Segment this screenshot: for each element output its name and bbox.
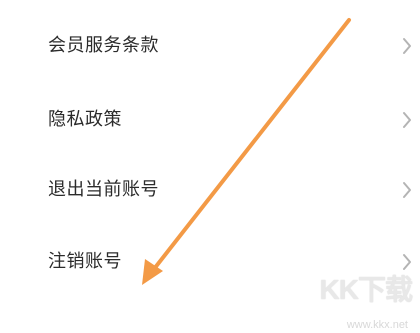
chevron-right-icon [403,38,411,54]
settings-item-membership-terms[interactable]: 会员服务条款 [0,20,420,72]
watermark: KK下载 www.kkx.net [292,274,413,332]
settings-item-label: 会员服务条款 [48,35,159,56]
chevron-right-icon [403,254,411,270]
chevron-right-icon [403,182,411,198]
settings-item-logout[interactable]: 退出当前账号 [0,164,420,216]
chevron-right-icon [403,112,411,128]
settings-item-label: 注销账号 [48,251,122,272]
settings-item-privacy-policy[interactable]: 隐私政策 [0,94,420,146]
watermark-logo: KK下载 [319,274,413,305]
settings-item-label: 退出当前账号 [48,179,159,200]
watermark-url: www.kkx.net [346,319,408,331]
settings-item-label: 隐私政策 [48,109,122,130]
